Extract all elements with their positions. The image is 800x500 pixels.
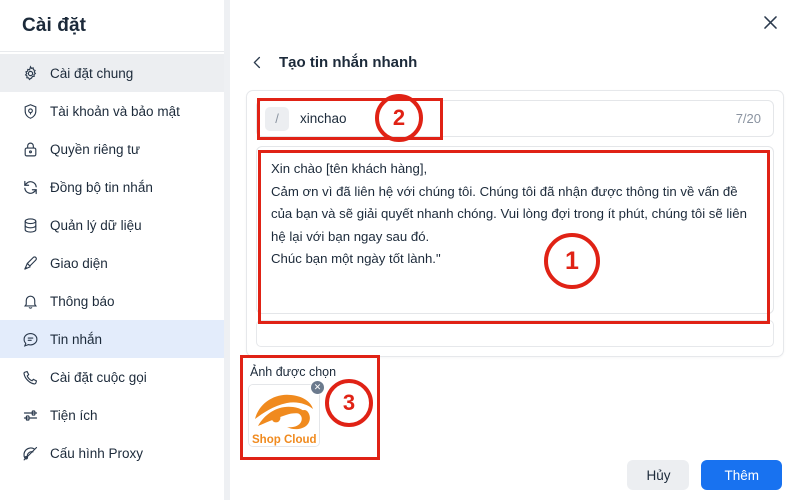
chevron-left-icon[interactable]: [248, 53, 266, 71]
sidebar-item-label: Cấu hình Proxy: [50, 445, 144, 461]
close-circle-icon[interactable]: ✕: [310, 380, 325, 395]
sidebar-item-label: Tài khoản và bảo mật: [50, 103, 180, 119]
message-textarea[interactable]: Xin chào [tên khách hàng], Cảm ơn vì đã …: [256, 146, 774, 314]
shortcut-value: xinchao: [300, 111, 347, 126]
sidebar-item-8[interactable]: Tin nhắn: [0, 320, 224, 358]
sidebar-item-6[interactable]: Giao diện: [0, 244, 224, 282]
submit-button[interactable]: Thêm: [701, 460, 782, 490]
sidebar-item-label: Cài đặt cuộc gọi: [50, 369, 147, 385]
sidebar-item-10[interactable]: Tiện ích: [0, 396, 224, 434]
shield-icon: [22, 103, 39, 120]
sidebar-item-label: Thông báo: [50, 293, 115, 309]
sidebar-divider: [0, 51, 224, 52]
slash-prefix-badge: /: [265, 106, 289, 131]
svg-text:Shop Cloud: Shop Cloud: [252, 434, 317, 446]
message-toolbar[interactable]: [256, 320, 774, 347]
sidebar-item-11[interactable]: Cấu hình Proxy: [0, 434, 224, 472]
proxy-icon: [22, 445, 39, 462]
sidebar-item-1[interactable]: Cài đặt chung: [0, 54, 224, 92]
sliders-icon: [22, 407, 39, 424]
page-header: Tạo tin nhắn nhanh: [230, 44, 800, 80]
attachment-thumbnail[interactable]: Shop Cloud: [248, 384, 320, 447]
main-panel: Tạo tin nhắn nhanh / xinchao 7/20 Xin ch…: [230, 0, 800, 500]
shop-cloud-logo-icon: Shop Cloud: [249, 385, 319, 446]
shortcut-char-counter: 7/20: [735, 111, 761, 126]
chat-icon: [22, 331, 39, 348]
sidebar-item-label: Quyền riêng tư: [50, 141, 141, 157]
sidebar-nav: Cài đặt chung Tài khoản và bảo mật Quyền r…: [0, 54, 224, 472]
lock-icon: [22, 141, 39, 158]
page-title: Tạo tin nhắn nhanh: [279, 53, 418, 71]
cancel-button[interactable]: Hủy: [627, 460, 690, 490]
sidebar-item-label: Quản lý dữ liệu: [50, 217, 142, 233]
sidebar-item-9[interactable]: Cài đặt cuộc gọi: [0, 358, 224, 396]
phone-icon: [22, 369, 39, 386]
sidebar-item-5[interactable]: Quản lý dữ liệu: [0, 206, 224, 244]
sidebar-item-2[interactable]: Tài khoản và bảo mật: [0, 92, 224, 130]
sidebar-title: Cài đặt: [22, 15, 87, 36]
attachment-thumbnail-wrap: Shop Cloud ✕: [248, 380, 325, 447]
sidebar-item-label: Đồng bộ tin nhắn: [50, 179, 153, 195]
quick-message-form: / xinchao 7/20 Xin chào [tên khách hàng]…: [246, 90, 784, 357]
brush-icon: [22, 255, 39, 272]
close-icon[interactable]: [756, 8, 784, 36]
sidebar-item-3[interactable]: Quyền riêng tư: [0, 130, 224, 168]
main-topbar: [230, 0, 800, 44]
database-icon: [22, 217, 39, 234]
sync-icon: [22, 179, 39, 196]
gear-icon: [22, 64, 39, 82]
sidebar-item-label: Cài đặt chung: [50, 65, 134, 81]
sidebar-item-4[interactable]: Đồng bộ tin nhắn: [0, 168, 224, 206]
sidebar: Cài đặt Cài đặt chung Tài khoản và bảo mậ…: [0, 0, 224, 500]
sidebar-item-label: Tin nhắn: [50, 331, 103, 347]
attachment-label: Ảnh được chọn: [250, 365, 337, 379]
message-text: Xin chào [tên khách hàng], Cảm ơn vì đã …: [271, 161, 747, 266]
bell-icon: [22, 293, 39, 310]
sidebar-item-label: Giao diện: [50, 255, 108, 271]
sidebar-item-label: Tiện ích: [50, 407, 98, 423]
dialog-footer: Hủy Thêm: [627, 460, 782, 490]
sidebar-item-7[interactable]: Thông báo: [0, 282, 224, 320]
shortcut-input[interactable]: / xinchao 7/20: [256, 100, 774, 137]
settings-window: Cài đặt Cài đặt chung Tài khoản và bảo mậ…: [0, 0, 800, 500]
